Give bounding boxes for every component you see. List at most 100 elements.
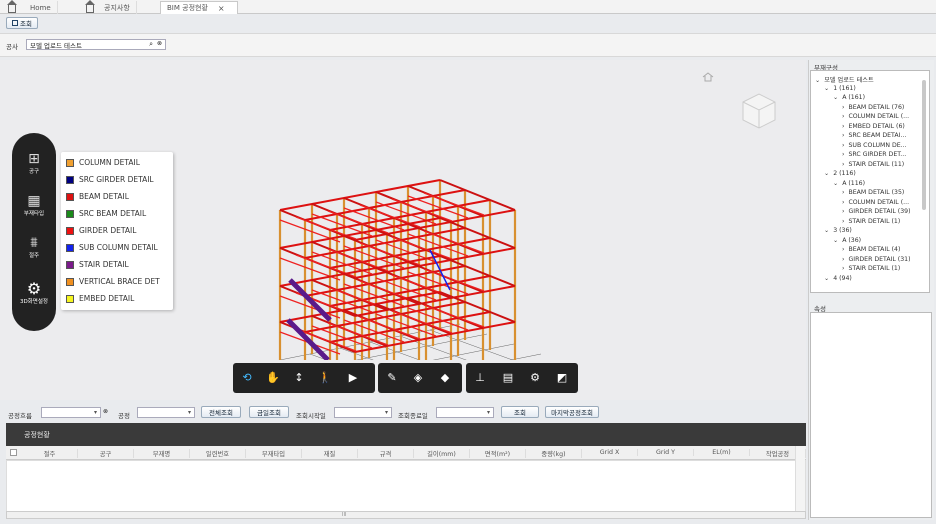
- properties-icon[interactable]: ▤: [501, 371, 515, 385]
- tree-toggle-icon[interactable]: ›: [842, 246, 844, 253]
- grid-column-header[interactable]: Grid X: [582, 449, 638, 456]
- tree-toggle-icon[interactable]: ›: [842, 142, 844, 149]
- clear-icon[interactable]: ⊗: [157, 40, 162, 47]
- search-button[interactable]: 조회: [501, 406, 539, 418]
- select-all-checkbox[interactable]: [10, 449, 17, 456]
- tool-member-type[interactable]: ▦ 부재타입: [12, 193, 56, 217]
- tree-node[interactable]: › BEAM DETAIL (76): [842, 104, 904, 111]
- tree-toggle-icon[interactable]: ›: [842, 132, 844, 139]
- member-tree[interactable]: ⌄ 모델 업로드 테스트 ⌄ 1 (161) ⌄ A (161) › BEAM DETAIL …: [810, 70, 930, 293]
- tree-toggle-icon[interactable]: ⌄: [833, 180, 838, 187]
- tree-toggle-icon[interactable]: ⌄: [815, 77, 820, 84]
- grid-column-header[interactable]: 공구: [78, 449, 134, 458]
- tree-toggle-icon[interactable]: ⌄: [824, 170, 829, 177]
- tree-scrollbar[interactable]: [922, 80, 926, 210]
- tree-node[interactable]: › SUB COLUMN DE...: [842, 142, 907, 149]
- daily-query-button[interactable]: 금일조회: [249, 406, 289, 418]
- clear-icon[interactable]: ⊗: [103, 408, 108, 415]
- grid-column-header[interactable]: 일련번호: [190, 449, 246, 458]
- fullscreen-icon[interactable]: ◩: [555, 371, 569, 385]
- tree-toggle-icon[interactable]: ›: [842, 161, 844, 168]
- tree-toggle-icon[interactable]: ›: [842, 265, 844, 272]
- pan-icon[interactable]: ✋: [266, 371, 280, 385]
- model-browser-icon[interactable]: ⊥: [473, 371, 487, 385]
- process-flow-select[interactable]: [41, 407, 101, 418]
- tree-node[interactable]: ⌄ 3 (36): [824, 227, 852, 234]
- tool-section[interactable]: ⊞ 공구: [12, 151, 56, 175]
- view-cube[interactable]: [735, 88, 781, 134]
- settings-icon[interactable]: ⚙: [528, 371, 542, 385]
- tree-node[interactable]: › SRC GIRDER DET...: [842, 151, 906, 158]
- viewer-home-icon[interactable]: [702, 72, 714, 82]
- tree-node[interactable]: ⌄ 4 (94): [824, 275, 852, 282]
- explode-icon[interactable]: ◆: [438, 371, 452, 385]
- tree-node[interactable]: › EMBED DETAIL (6): [842, 123, 905, 130]
- walk-icon[interactable]: 🚶: [318, 371, 332, 385]
- tree-node[interactable]: › SRC BEAM DETAI...: [842, 132, 906, 139]
- tree-toggle-icon[interactable]: ⌄: [824, 227, 829, 234]
- grid-column-header[interactable]: 부재타입: [246, 449, 302, 458]
- section-icon[interactable]: ◈: [411, 371, 425, 385]
- grid-vscrollbar[interactable]: [795, 446, 805, 511]
- grid-column-header[interactable]: 부재명: [134, 449, 190, 458]
- tree-node[interactable]: › COLUMN DETAIL (...: [842, 199, 909, 206]
- tree-node[interactable]: › GIRDER DETAIL (31): [842, 256, 911, 263]
- tree-node[interactable]: ⌄ A (36): [833, 237, 861, 244]
- tree-toggle-icon[interactable]: ›: [842, 151, 844, 158]
- orbit-icon[interactable]: ⟲: [240, 371, 254, 385]
- grid-hscrollbar[interactable]: III: [6, 511, 806, 519]
- tool-node[interactable]: ⩩ 절주: [12, 235, 56, 259]
- tree-node[interactable]: ⌄ A (161): [833, 94, 865, 101]
- grid-column-header[interactable]: 재질: [302, 449, 358, 458]
- tab-home[interactable]: Home: [2, 0, 58, 14]
- grid-column-header[interactable]: 절주: [22, 449, 78, 458]
- zoom-icon[interactable]: ↕: [292, 371, 306, 385]
- measure-icon[interactable]: ✎: [385, 371, 399, 385]
- grid-column-header[interactable]: EL(m): [694, 449, 750, 456]
- tree-node[interactable]: ⌄ 모델 업로드 테스트: [815, 75, 874, 84]
- tree-toggle-icon[interactable]: ›: [842, 104, 844, 111]
- start-date-select[interactable]: [334, 407, 392, 418]
- tree-node[interactable]: ⌄ 1 (161): [824, 85, 856, 92]
- tab-notice[interactable]: 공지사항: [80, 0, 137, 14]
- tree-toggle-icon[interactable]: ›: [842, 189, 844, 196]
- close-icon[interactable]: ×: [218, 4, 225, 13]
- grid-column-header[interactable]: 면적(m²): [470, 449, 526, 458]
- tree-node[interactable]: › STAIR DETAIL (11): [842, 161, 904, 168]
- tree-toggle-icon[interactable]: ⌄: [833, 237, 838, 244]
- tree-node[interactable]: › STAIR DETAIL (1): [842, 218, 900, 225]
- tree-toggle-icon[interactable]: ⌄: [824, 85, 829, 92]
- grid-body[interactable]: [6, 460, 806, 512]
- tree-toggle-icon[interactable]: ⌄: [824, 275, 829, 282]
- last-process-query-button[interactable]: 마지막공정조회: [545, 406, 599, 418]
- tree-toggle-icon[interactable]: ›: [842, 256, 844, 263]
- tree-node[interactable]: ⌄ 2 (116): [824, 170, 856, 177]
- legend-label: EMBED DETAIL: [79, 294, 135, 303]
- tree-node[interactable]: › STAIR DETAIL (1): [842, 265, 900, 272]
- tree-toggle-icon[interactable]: ›: [842, 218, 844, 225]
- tree-node[interactable]: › BEAM DETAIL (35): [842, 189, 904, 196]
- tree-node[interactable]: › COLUMN DETAIL (...: [842, 113, 909, 120]
- grid-column-header[interactable]: 중량(kg): [526, 449, 582, 458]
- tree-toggle-icon[interactable]: ⌄: [833, 94, 838, 101]
- grid-column-header[interactable]: Grid Y: [638, 449, 694, 456]
- tree-toggle-icon[interactable]: ›: [842, 208, 844, 215]
- tree-node[interactable]: › BEAM DETAIL (4): [842, 246, 900, 253]
- grid-column-header[interactable]: 규격: [358, 449, 414, 458]
- tree-toggle-icon[interactable]: ›: [842, 123, 844, 130]
- tree-node[interactable]: ⌄ A (116): [833, 180, 865, 187]
- tree-node[interactable]: › GIRDER DETAIL (39): [842, 208, 911, 215]
- project-input[interactable]: 모델 업로드 테스트 ⌕ ⊗: [26, 39, 166, 50]
- camera-icon[interactable]: ▶: [346, 371, 360, 385]
- tab-bim-progress[interactable]: BIM 공정현황 ×: [160, 1, 238, 14]
- tree-toggle-icon[interactable]: ›: [842, 199, 844, 206]
- end-date-select[interactable]: [436, 407, 494, 418]
- tree-toggle-icon[interactable]: ›: [842, 113, 844, 120]
- 3d-model[interactable]: [250, 150, 570, 360]
- tool-3d-settings[interactable]: ⚙ 3D화면설정: [12, 281, 56, 306]
- search-icon[interactable]: ⌕: [149, 40, 153, 49]
- query-button[interactable]: 조회: [6, 17, 38, 29]
- all-query-button[interactable]: 전체조회: [201, 406, 241, 418]
- process-select[interactable]: [137, 407, 195, 418]
- grid-column-header[interactable]: 길이(mm): [414, 449, 470, 458]
